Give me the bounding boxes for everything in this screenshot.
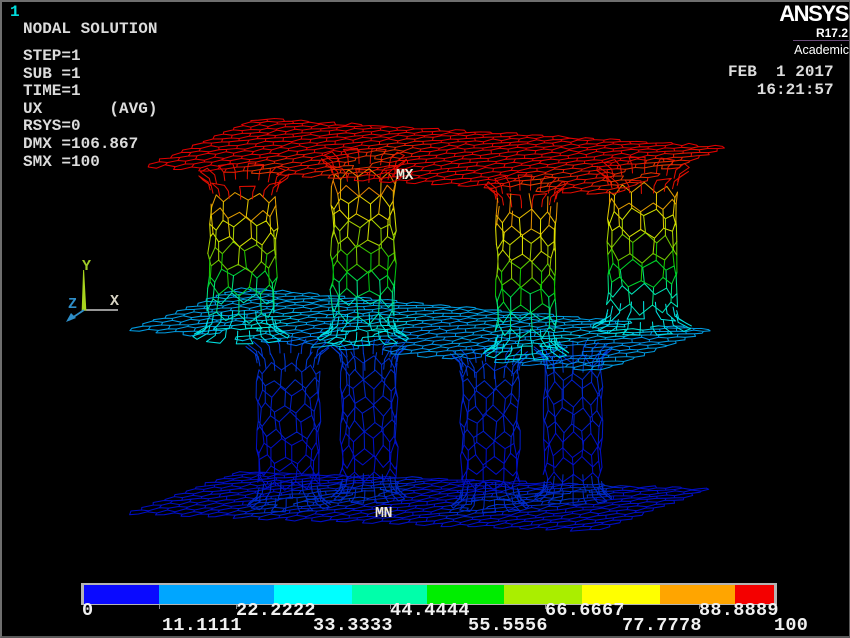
svg-text:Z: Z	[68, 296, 77, 313]
svg-text:Y: Y	[82, 258, 91, 275]
svg-text:X: X	[110, 293, 119, 310]
